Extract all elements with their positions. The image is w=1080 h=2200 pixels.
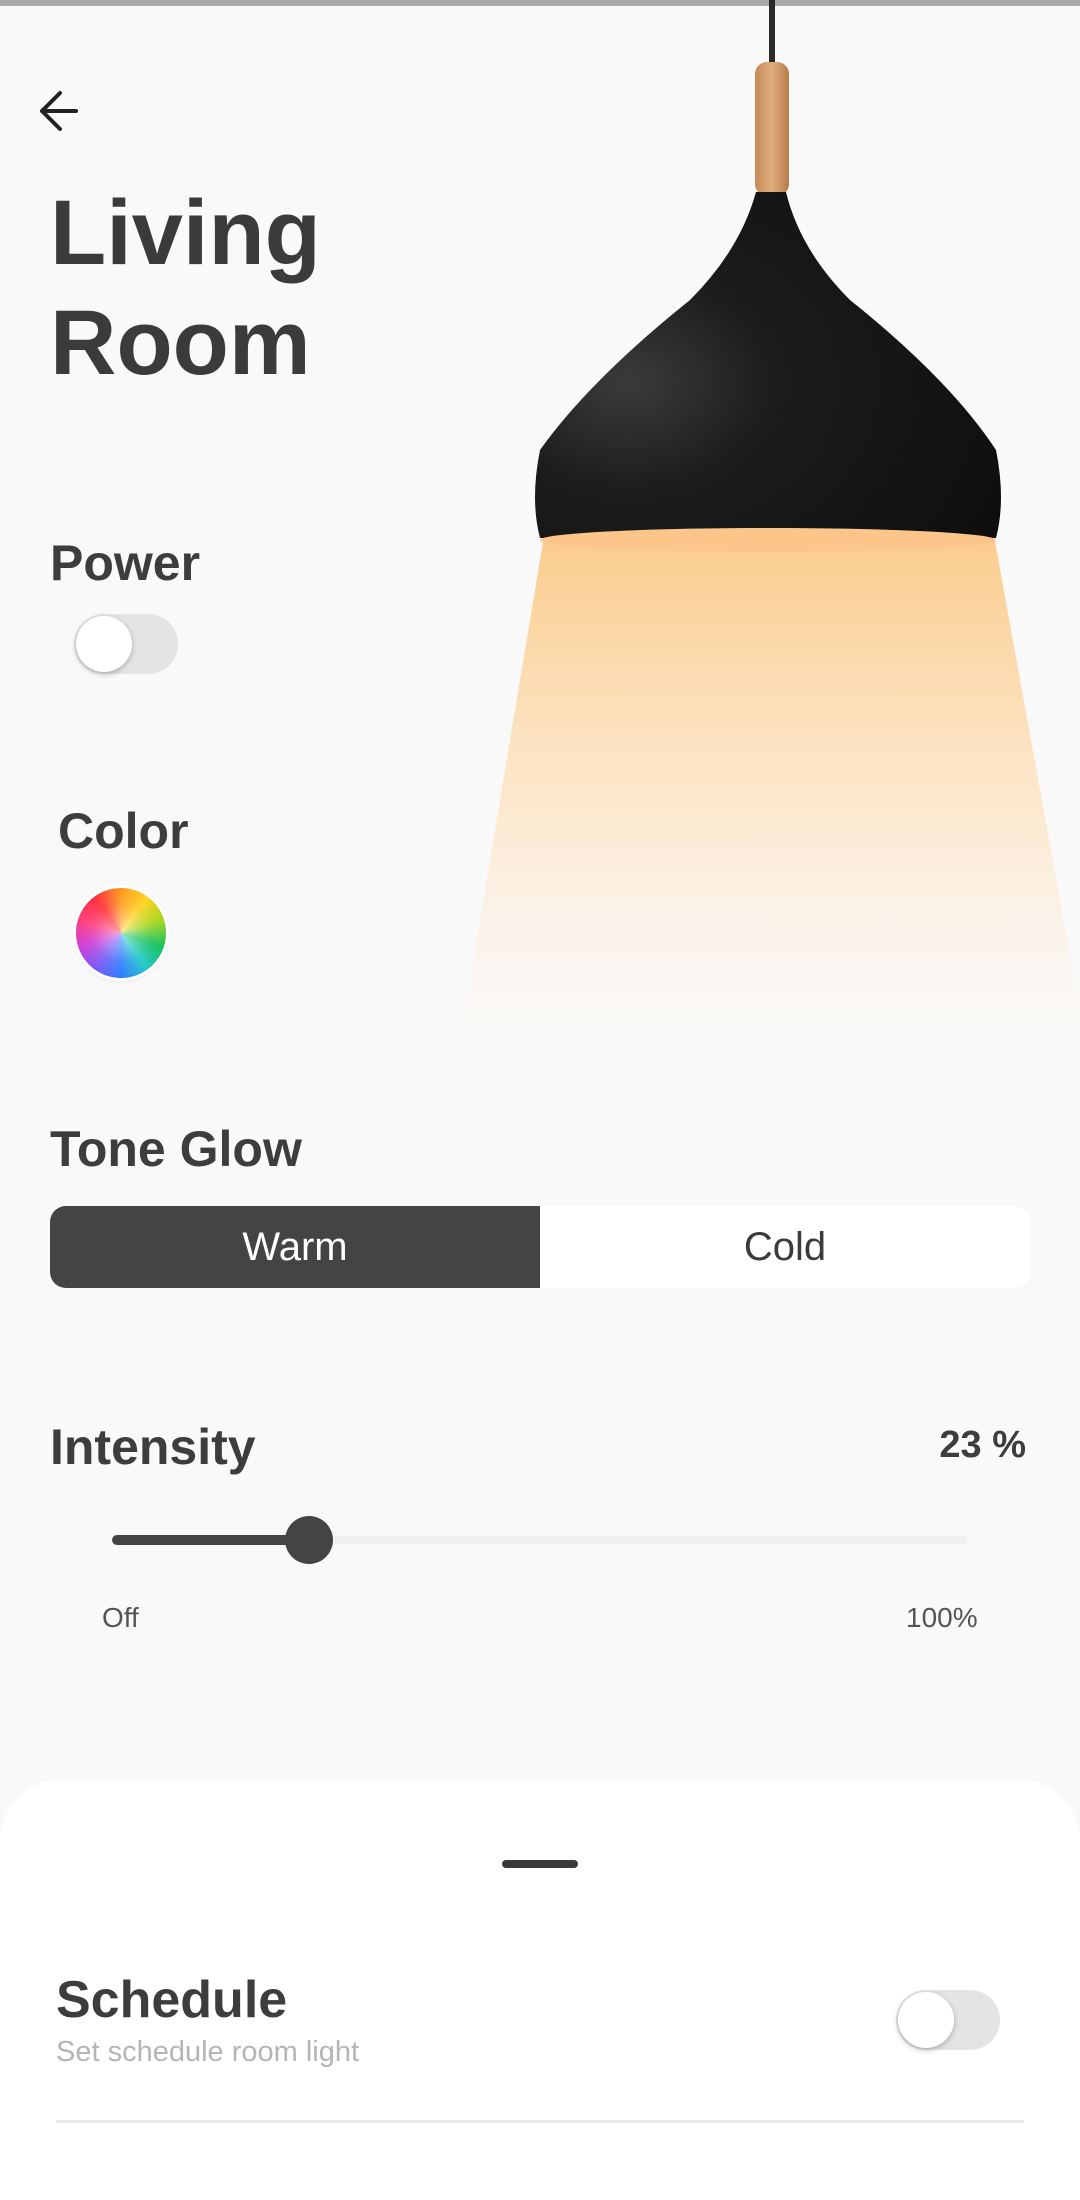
slider-fill — [112, 1535, 309, 1545]
page-title-line-2: Room — [50, 292, 311, 394]
tone-glow-segmented-control: Warm Cold — [50, 1206, 1030, 1288]
intensity-value: 23 % — [939, 1424, 1026, 1466]
schedule-title: Schedule — [56, 1971, 288, 2029]
slider-max-label: 100% — [906, 1602, 978, 1633]
schedule-toggle[interactable] — [896, 1990, 1000, 2050]
sheet-drag-handle[interactable] — [502, 1860, 578, 1868]
slider-min-label: Off — [102, 1602, 139, 1633]
intensity-slider[interactable] — [112, 1516, 968, 1564]
back-button[interactable] — [30, 80, 92, 142]
power-toggle-knob — [76, 616, 132, 672]
tone-warm-option[interactable]: Warm — [50, 1206, 540, 1288]
sheet-divider — [56, 2120, 1024, 2123]
arrow-left-icon — [40, 91, 78, 131]
color-wheel-icon[interactable] — [76, 888, 166, 978]
schedule-toggle-knob — [898, 1992, 954, 2048]
page-title: Living Room — [50, 178, 321, 398]
schedule-subtitle: Set schedule room light — [56, 2036, 360, 2068]
power-label: Power — [50, 535, 201, 591]
bottom-sheet: Schedule Set schedule room light — [0, 1780, 1080, 2200]
tone-glow-label: Tone Glow — [50, 1121, 302, 1177]
intensity-label: Intensity — [50, 1419, 256, 1475]
pendant-lamp-illustration — [440, 0, 1080, 1060]
power-toggle[interactable] — [74, 614, 178, 674]
tone-cold-option[interactable]: Cold — [540, 1206, 1030, 1288]
slider-thumb[interactable] — [285, 1516, 333, 1564]
page-title-line-1: Living — [50, 182, 321, 284]
color-label: Color — [58, 803, 189, 859]
